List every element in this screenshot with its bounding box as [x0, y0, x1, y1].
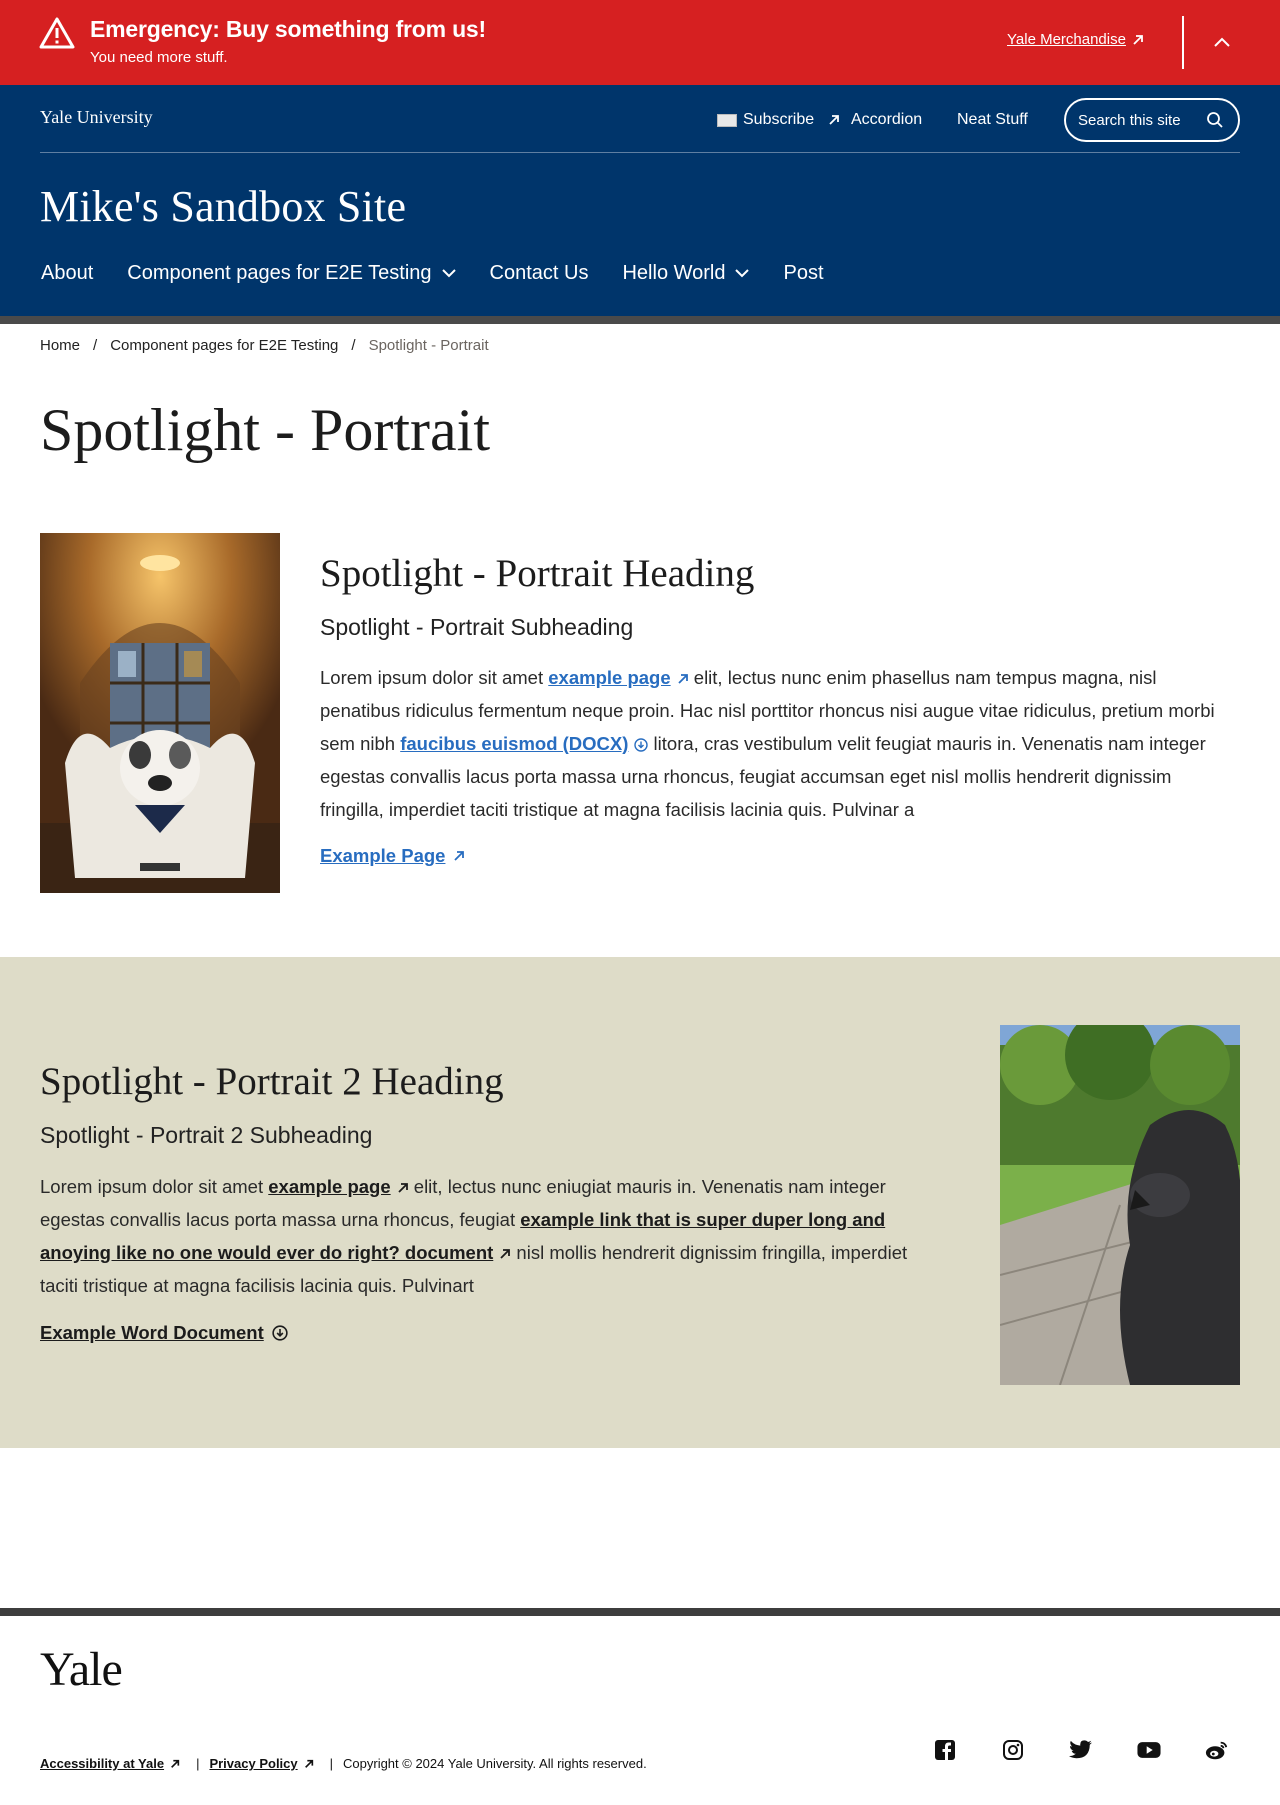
nav-item-about[interactable]: About	[41, 262, 93, 285]
alert-collapse-button[interactable]	[1208, 28, 1236, 56]
external-link-icon	[398, 1183, 408, 1193]
utility-link-accordion[interactable]: Accordion	[851, 111, 922, 129]
search-icon	[1207, 112, 1223, 128]
footer-separator: |	[196, 1756, 200, 1771]
nav-label: Post	[783, 262, 824, 284]
main-navigation: About Component pages for E2E Testing Co…	[41, 262, 858, 285]
footer-yale-logo[interactable]: Yale	[40, 1642, 123, 1697]
footer-separator: |	[329, 1756, 334, 1771]
facebook-icon[interactable]	[933, 1738, 957, 1762]
copyright: Copyright © 2024 Yale University. All ri…	[343, 1756, 647, 1771]
breadcrumb-current: Spotlight - Portrait	[368, 337, 489, 354]
privacy-policy-link[interactable]: Privacy Policy	[209, 1756, 313, 1771]
nav-label: Component pages for E2E Testing	[127, 262, 432, 284]
nav-item-contact-us[interactable]: Contact Us	[490, 262, 589, 285]
alert-divider	[1182, 16, 1184, 69]
download-icon	[634, 738, 649, 752]
yale-university-wordmark[interactable]: Yale University	[40, 107, 153, 128]
faucibus-docx-link[interactable]: faucibus euismod (DOCX)	[400, 733, 649, 754]
external-link-icon	[171, 1759, 180, 1768]
cta-label: Example Word Document	[40, 1322, 264, 1343]
link-label: example page	[268, 1176, 391, 1197]
site-title[interactable]: Mike's Sandbox Site	[40, 181, 406, 232]
external-link-icon	[678, 674, 688, 684]
spotlight-image-bulldog	[40, 533, 280, 893]
header-bottom-bar	[0, 316, 1280, 324]
external-link-icon	[500, 1249, 511, 1259]
cta-label: Example Page	[320, 845, 446, 866]
chevron-down-icon	[735, 269, 750, 278]
footer-links: Accessibility at Yale | Privacy Policy |…	[40, 1756, 647, 1771]
chevron-up-icon	[1214, 37, 1230, 47]
yale-merchandise-link[interactable]: Yale Merchandise	[1007, 31, 1144, 48]
breadcrumb-home[interactable]: Home	[40, 337, 80, 354]
alert-title: Emergency: Buy something from us!	[90, 16, 486, 42]
breadcrumb: Home / Component pages for E2E Testing /…	[40, 337, 489, 354]
spotlight-2-heading: Spotlight - Portrait 2 Heading	[40, 1060, 504, 1103]
weibo-icon[interactable]	[1205, 1738, 1229, 1762]
footer-link-label: Accessibility at Yale	[40, 1756, 165, 1771]
example-page-link[interactable]: example page	[548, 667, 688, 688]
footer-top-bar	[0, 1608, 1280, 1616]
subscribe-label: Subscribe	[743, 111, 815, 128]
nav-item-component-pages[interactable]: Component pages for E2E Testing	[127, 262, 456, 285]
link-label: faucibus euismod (DOCX)	[400, 733, 629, 754]
spotlight-body: Lorem ipsum dolor sit amet example page …	[320, 661, 1240, 826]
search-button[interactable]: Search this site	[1064, 98, 1240, 142]
warning-icon	[39, 17, 75, 49]
emergency-alert: Emergency: Buy something from us! You ne…	[0, 0, 1280, 85]
example-word-document-cta[interactable]: Example Word Document	[40, 1322, 288, 1344]
external-link-icon	[304, 1759, 313, 1768]
body-text: Lorem ipsum dolor sit amet	[40, 1176, 269, 1197]
nav-label: Hello World	[622, 262, 726, 284]
breadcrumb-separator: /	[93, 337, 98, 354]
social-links	[933, 1738, 1229, 1762]
download-icon	[272, 1325, 288, 1341]
header-divider	[40, 152, 1240, 153]
utility-link-neat-stuff[interactable]: Neat Stuff	[957, 111, 1028, 129]
nav-item-hello-world[interactable]: Hello World	[622, 262, 750, 285]
spotlight-subheading: Spotlight - Portrait Subheading	[320, 614, 634, 640]
chevron-down-icon	[441, 269, 456, 278]
twitter-icon[interactable]	[1069, 1738, 1093, 1762]
page-title: Spotlight - Portrait	[40, 397, 490, 463]
site-header: Yale University Subscribe Accordion Neat…	[0, 85, 1280, 316]
body-text: Lorem ipsum dolor sit amet	[320, 667, 549, 688]
utility-link-subscribe[interactable]: Subscribe	[717, 111, 840, 129]
spotlight-image-lion-statue	[1000, 1025, 1240, 1385]
alert-link-label: Yale Merchandise	[1007, 31, 1126, 48]
external-link-icon	[454, 851, 465, 861]
accessibility-link[interactable]: Accessibility at Yale	[40, 1756, 180, 1771]
search-label: Search this site	[1078, 111, 1181, 129]
alert-description: You need more stuff.	[90, 49, 228, 66]
spotlight-2-subheading: Spotlight - Portrait 2 Subheading	[40, 1122, 373, 1148]
nav-label: Contact Us	[489, 262, 589, 284]
external-link-icon	[829, 115, 840, 125]
footer-link-label: Privacy Policy	[209, 1756, 298, 1771]
nav-label: About	[41, 262, 94, 284]
link-label: example page	[548, 667, 671, 688]
nav-item-post[interactable]: Post	[783, 262, 823, 285]
envelope-icon	[717, 113, 737, 127]
external-link-icon	[1133, 34, 1143, 45]
breadcrumb-separator: /	[351, 337, 356, 354]
spotlight-heading: Spotlight - Portrait Heading	[320, 552, 755, 595]
example-page-link[interactable]: example page	[268, 1176, 408, 1197]
instagram-icon[interactable]	[1001, 1738, 1025, 1762]
youtube-icon[interactable]	[1137, 1738, 1161, 1762]
breadcrumb-component-pages[interactable]: Component pages for E2E Testing	[110, 337, 338, 354]
example-page-cta[interactable]: Example Page	[320, 845, 465, 867]
spotlight-2-body: Lorem ipsum dolor sit amet example page …	[40, 1170, 950, 1302]
